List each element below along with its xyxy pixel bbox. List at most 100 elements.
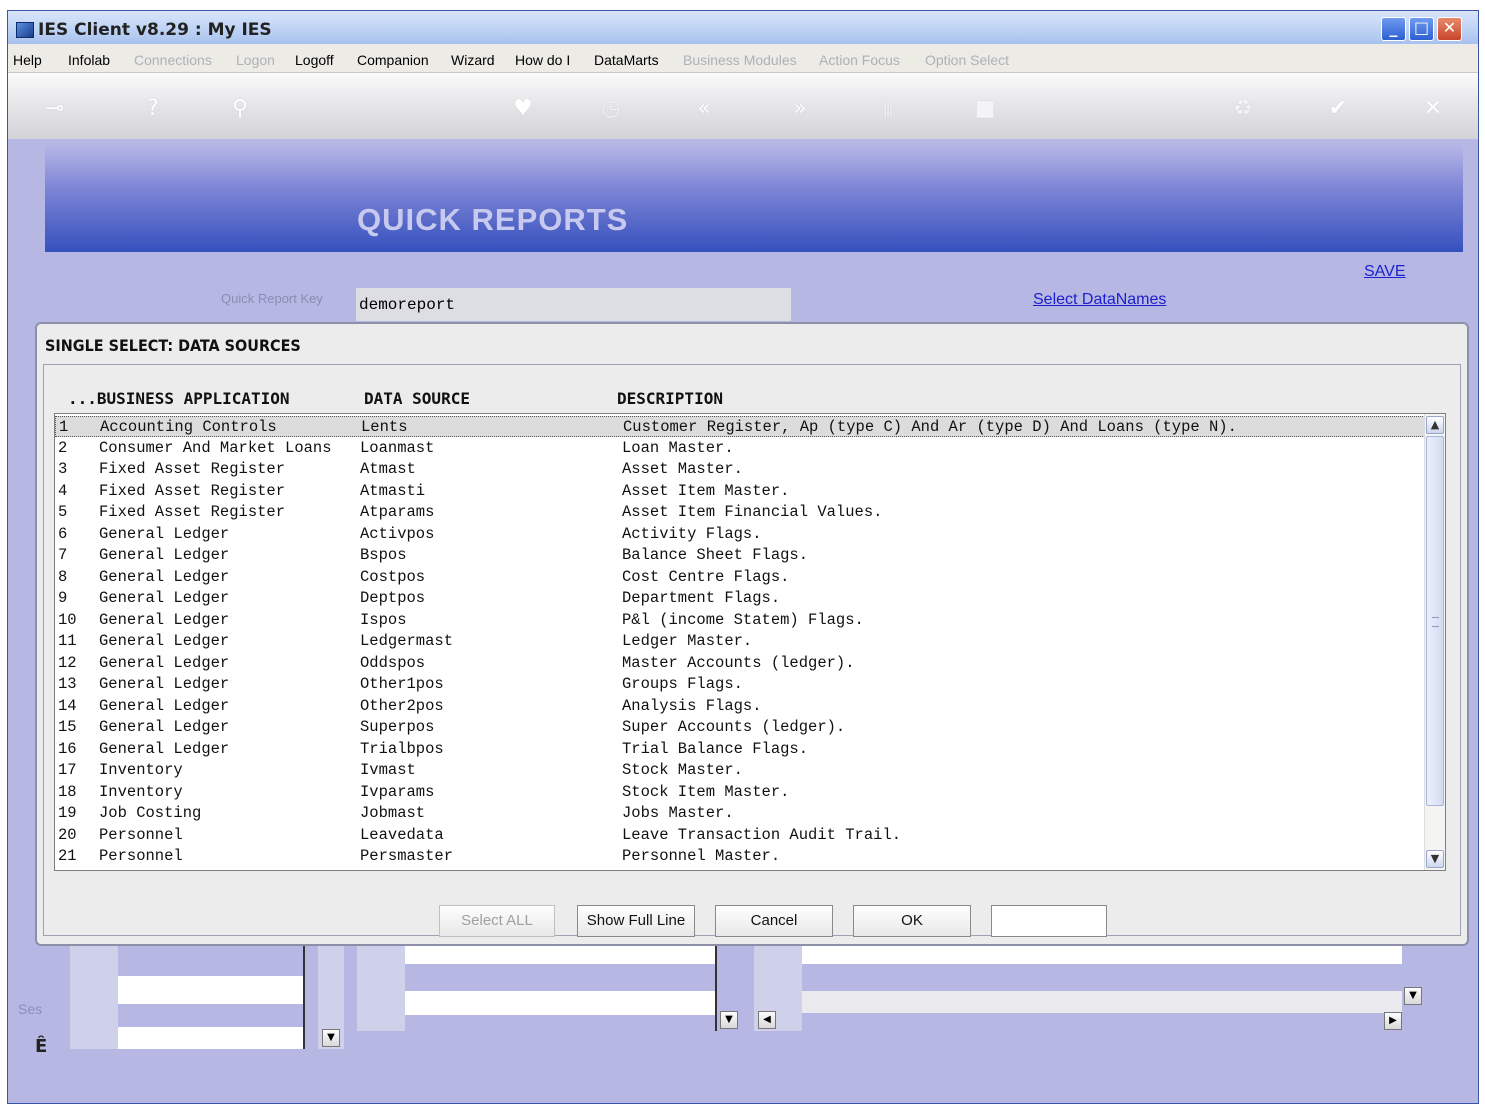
menu-companion[interactable]: Companion (357, 52, 429, 68)
menu-logoff[interactable]: Logoff (295, 52, 334, 68)
back-icon[interactable]: « (687, 95, 721, 123)
list-item[interactable]: 10 General Ledger Ispos P&l (income Statem)… (55, 610, 1425, 631)
row-description: Groups Flags. (622, 675, 743, 693)
list-item[interactable]: 15 General Ledger Superpos Super Accounts (… (55, 717, 1425, 738)
list-item[interactable]: 20 Personnel Leavedata Leave Transaction Au… (55, 825, 1425, 846)
chevron-down-icon[interactable]: ▼ (322, 1029, 340, 1047)
tree-icon[interactable]: ⫼ (871, 95, 905, 123)
menu-option-select: Option Select (925, 52, 1010, 68)
background-field[interactable] (118, 976, 304, 1004)
row-number: 13 (58, 675, 77, 693)
row-application: General Ledger (99, 524, 230, 543)
row-description: Leave Transaction Audit Trail. (622, 825, 902, 844)
show-full-line-button[interactable]: Show Full Line (577, 905, 695, 937)
background-field[interactable] (118, 1027, 304, 1049)
row-number: 8 (58, 567, 68, 586)
row-data-source: Atparams (360, 503, 435, 521)
close-icon[interactable]: ✕ (1416, 95, 1450, 123)
menu-help[interactable]: Help (13, 52, 42, 68)
save-link[interactable]: SAVE (1364, 263, 1406, 281)
page-banner: QUICK REPORTS (45, 144, 1463, 252)
row-description: Asset Item Financial Values. (622, 503, 883, 521)
list-item[interactable]: 19 Job Costing Jobmast Jobs Master. (55, 803, 1425, 824)
row-number: 14 (58, 696, 77, 715)
ok-button[interactable]: OK (853, 905, 971, 937)
list-item[interactable]: 18 Inventory Ivparams Stock Item Master. (55, 782, 1425, 803)
cancel-button[interactable]: Cancel (715, 905, 833, 937)
menu-how-do-i[interactable]: How do I (515, 52, 570, 68)
list-item[interactable]: 9 General Ledger Deptpos Department Flags. (55, 588, 1425, 609)
background-field[interactable] (802, 946, 1402, 964)
chevron-down-icon[interactable]: ▼ (720, 1011, 738, 1029)
chevron-right-icon[interactable]: ▶ (1384, 1012, 1402, 1030)
maximize-button[interactable]: □ (1409, 17, 1434, 41)
stop-icon[interactable]: ■ (968, 95, 1002, 123)
list-item[interactable]: 2 Consumer And Market Loans Loanmast Loan M… (55, 438, 1425, 459)
background-field[interactable] (405, 946, 715, 964)
list-item[interactable]: 17 Inventory Ivmast Stock Master. (55, 760, 1425, 781)
list-item[interactable]: 4 Fixed Asset Register Atmasti Asset Item M… (55, 481, 1425, 502)
data-source-list[interactable]: 21 Personnel Persmaster Personnel Master. 20… (54, 413, 1446, 871)
minimize-button[interactable]: _ (1381, 17, 1406, 41)
row-description: Analysis Flags. (622, 696, 762, 715)
row-description: Asset Master. (622, 460, 743, 478)
column-header-application: ...BUSINESS APPLICATION (68, 389, 290, 408)
search-input[interactable] (991, 905, 1107, 937)
background-divider (715, 946, 717, 1031)
background-field[interactable] (405, 991, 715, 1015)
select-datanames-link[interactable]: Select DataNames (1033, 291, 1166, 309)
quick-report-key-input[interactable] (356, 288, 791, 321)
row-application: General Ledger (99, 610, 230, 629)
row-description: Asset Item Master. (622, 481, 790, 500)
row-application: Inventory (99, 761, 183, 779)
list-item[interactable]: 5 Fixed Asset Register Atparams Asset Item … (55, 502, 1425, 523)
scroll-up-icon[interactable]: ▲ (1426, 416, 1444, 434)
data-sources-dialog: SINGLE SELECT: DATA SOURCES ...BUSINESS … (35, 322, 1469, 946)
row-data-source: Oddspos (360, 653, 426, 672)
help-icon[interactable]: ? (136, 95, 170, 123)
row-application: Fixed Asset Register (99, 503, 286, 521)
chevron-left-icon[interactable]: ◀ (758, 1011, 776, 1029)
vertical-scrollbar[interactable]: ▲ ▼ (1424, 414, 1445, 870)
row-data-source: Bspos (360, 546, 407, 564)
list-item[interactable]: 14 General Ledger Other2pos Analysis Flags. (55, 696, 1425, 717)
scroll-down-icon[interactable]: ▼ (1426, 850, 1444, 868)
heart-icon[interactable]: ♥ (506, 95, 540, 123)
list-item[interactable]: 16 General Ledger Trialbpos Trial Balance F… (55, 739, 1425, 760)
row-application: Inventory (99, 782, 183, 801)
row-description: Cost Centre Flags. (622, 567, 790, 586)
list-item[interactable]: 13 General Ledger Other1pos Groups Flags. (55, 674, 1425, 695)
check-icon[interactable]: ✔ (1321, 95, 1355, 123)
background-field[interactable] (802, 991, 1402, 1013)
list-item[interactable]: 21 Personnel Persmaster Personnel Master. (55, 846, 1425, 867)
search-icon[interactable]: ⚲ (223, 95, 257, 123)
chevron-down-icon[interactable]: ▼ (1404, 987, 1422, 1005)
title-bar[interactable]: IES Client v8.29 : My IES _ □ ✕ (8, 11, 1478, 44)
list-item[interactable]: 12 General Ledger Oddspos Master Accounts (… (55, 653, 1425, 674)
row-description: Jobs Master. (622, 804, 734, 822)
menu-wizard[interactable]: Wizard (451, 52, 495, 68)
row-number: 9 (58, 589, 68, 607)
row-application: Personnel (99, 847, 183, 865)
key-icon[interactable]: ⊸ (38, 95, 72, 123)
row-data-source: Ivmast (360, 761, 416, 779)
row-number: 11 (58, 632, 77, 650)
list-item[interactable]: 6 General Ledger Activpos Activity Flags. (55, 524, 1425, 545)
row-description: Activity Flags. (622, 524, 762, 543)
list-item[interactable]: 7 General Ledger Bspos Balance Sheet Flags. (55, 545, 1425, 566)
recycle-icon[interactable]: ♻ (1226, 95, 1260, 123)
row-application: Consumer And Market Loans (99, 438, 332, 457)
close-button[interactable]: ✕ (1437, 17, 1462, 41)
menu-infolab[interactable]: Infolab (68, 52, 110, 68)
scroll-thumb[interactable] (1426, 436, 1444, 806)
list-item[interactable]: 3 Fixed Asset Register Atmast Asset Master. (55, 459, 1425, 480)
clock-icon[interactable]: ◷ (594, 95, 628, 123)
dialog-body: ...BUSINESS APPLICATION DATA SOURCE DESC… (43, 364, 1461, 937)
list-item[interactable]: 8 General Ledger Costpos Cost Centre Flags. (55, 567, 1425, 588)
menu-datamarts[interactable]: DataMarts (594, 52, 659, 68)
app-window: IES Client v8.29 : My IES _ □ ✕ Help Inf… (7, 10, 1479, 1104)
list-item[interactable]: 1 Accounting Controls Lents Customer Regist… (55, 416, 1425, 437)
list-item[interactable]: 11 General Ledger Ledgermast Ledger Master. (55, 631, 1425, 652)
row-number: 5 (58, 503, 68, 521)
forward-icon[interactable]: » (783, 95, 817, 123)
